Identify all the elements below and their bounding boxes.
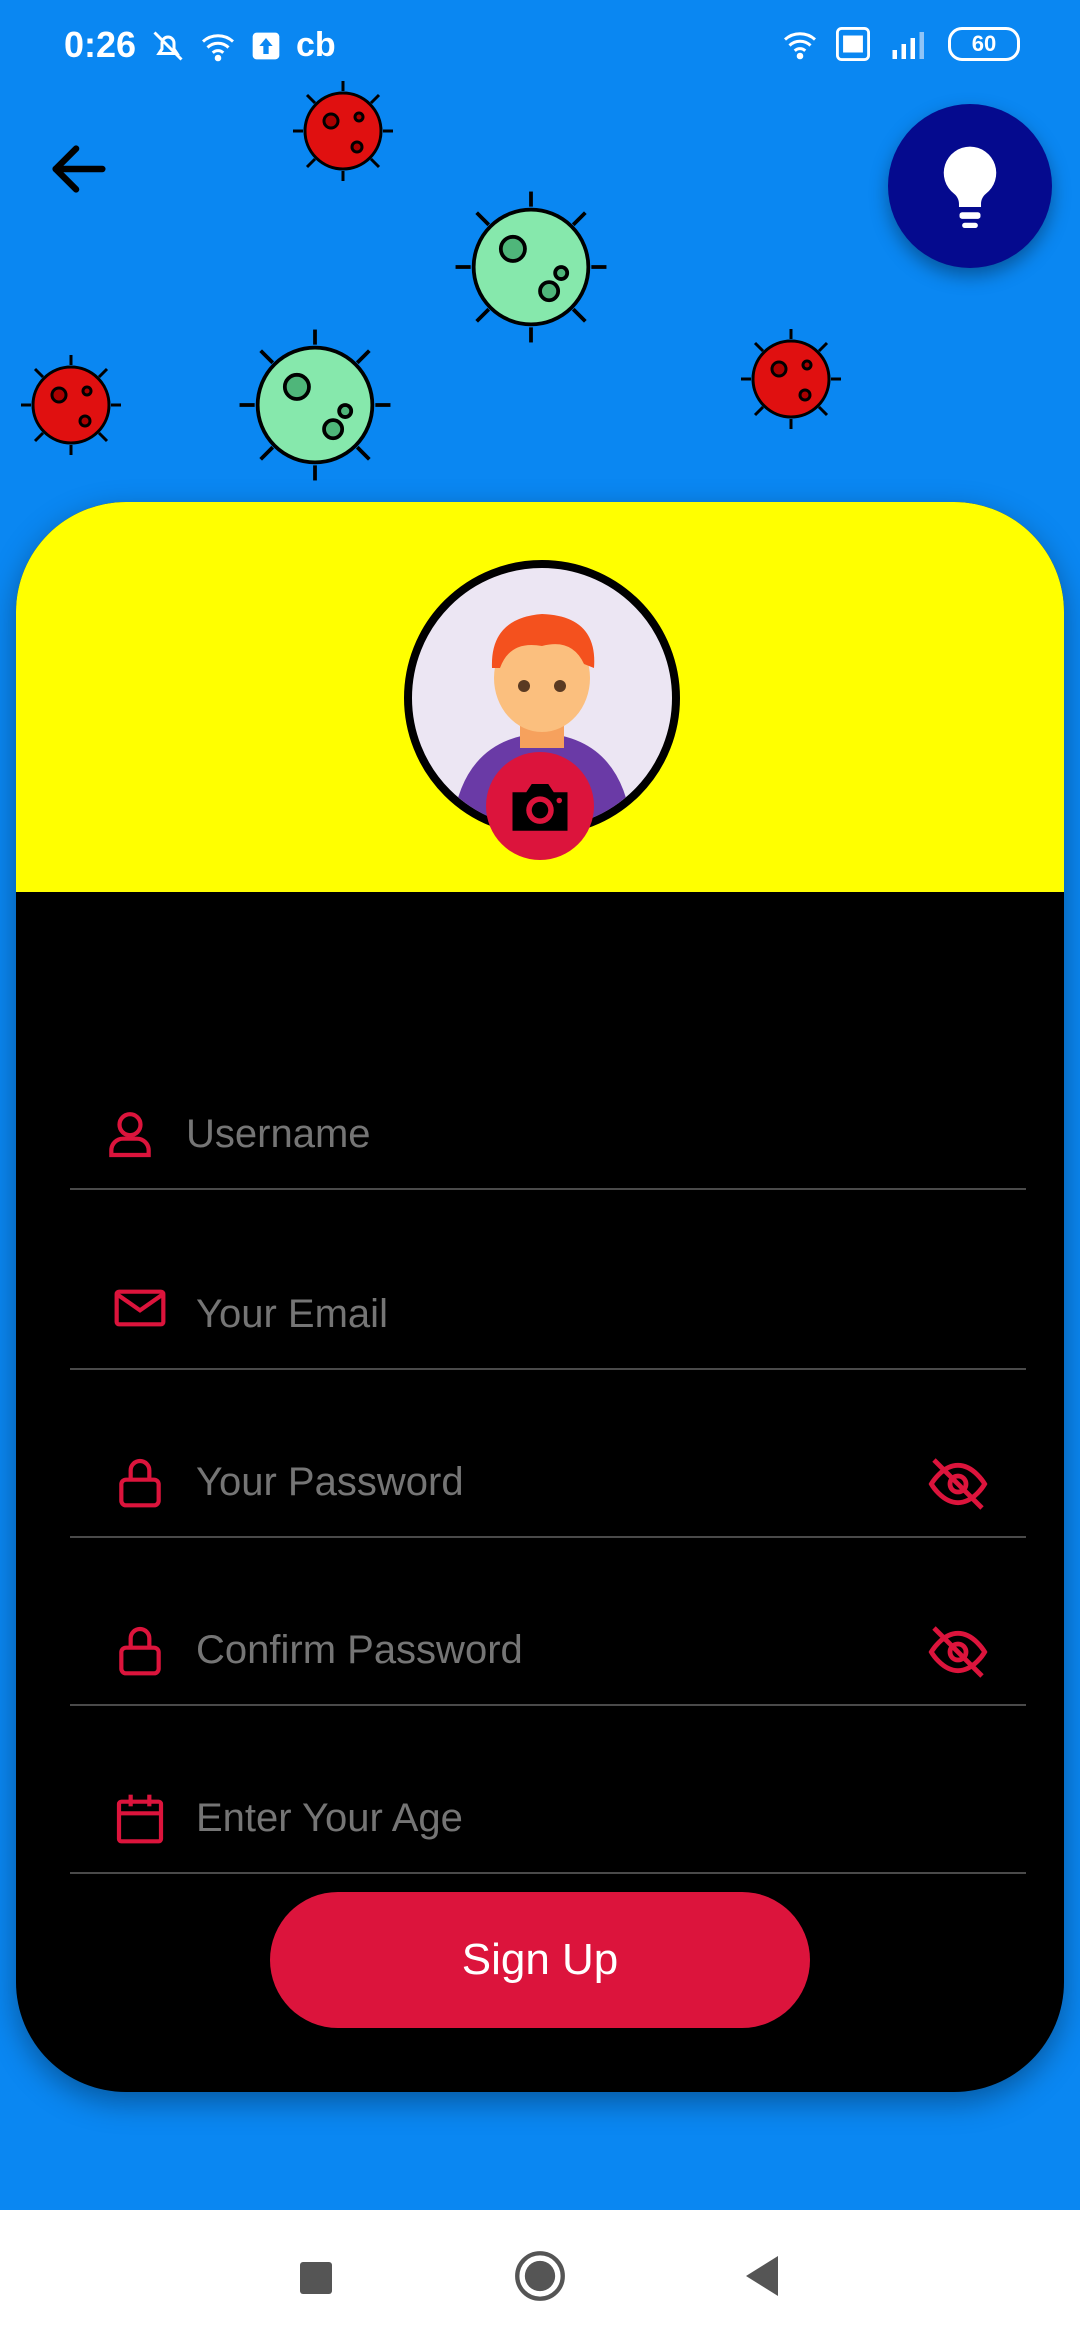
back-icon[interactable] (742, 2254, 782, 2298)
virus-icon (293, 81, 393, 181)
sign-up-button[interactable]: Sign Up (270, 1892, 810, 2028)
password-input[interactable] (196, 1460, 896, 1505)
card-header (16, 502, 1064, 892)
volte-icon (836, 27, 870, 61)
camera-icon (512, 784, 568, 831)
signup-card: Sign Up (16, 502, 1064, 2092)
virus-icon (239, 329, 391, 481)
status-bar: 0:26 cb 60 (0, 0, 1080, 96)
wifi-icon (202, 33, 234, 61)
confirm-password-field[interactable] (70, 1584, 1026, 1706)
eye-off-icon[interactable] (926, 1452, 990, 1516)
upload-icon (252, 32, 280, 59)
wifi-icon (784, 32, 816, 60)
eye-off-icon[interactable] (926, 1620, 990, 1684)
password-field[interactable] (70, 1416, 1026, 1538)
mute-icon (153, 30, 183, 61)
lightbulb-icon (943, 146, 997, 228)
change-photo-button[interactable] (486, 752, 594, 860)
user-icon (109, 1112, 151, 1158)
carrier-badge: cb (296, 26, 336, 64)
mail-icon (114, 1289, 166, 1327)
username-input[interactable] (186, 1112, 886, 1157)
home-icon[interactable] (514, 2250, 566, 2302)
username-field[interactable] (70, 1068, 1026, 1190)
email-input[interactable] (196, 1292, 896, 1337)
theme-toggle-button[interactable] (888, 104, 1052, 268)
recents-icon[interactable] (300, 2262, 332, 2294)
status-left-icons: cb (150, 26, 336, 65)
lock-icon (119, 1458, 161, 1508)
lock-icon (119, 1626, 161, 1676)
status-right-icons: 60 (780, 26, 1020, 62)
calendar-icon (116, 1794, 164, 1844)
virus-icon (741, 329, 841, 429)
email-field[interactable] (70, 1248, 1026, 1370)
confirm-password-input[interactable] (196, 1628, 896, 1673)
status-time: 0:26 (64, 24, 137, 65)
signal-4g-icon (892, 32, 924, 59)
virus-icon (455, 191, 607, 343)
virus-icon (21, 355, 121, 455)
back-arrow-icon[interactable] (44, 134, 114, 204)
age-input[interactable] (196, 1796, 896, 1841)
system-nav-bar (0, 2210, 1080, 2340)
age-field[interactable] (70, 1752, 1026, 1874)
battery-icon: 60 (948, 27, 1020, 61)
